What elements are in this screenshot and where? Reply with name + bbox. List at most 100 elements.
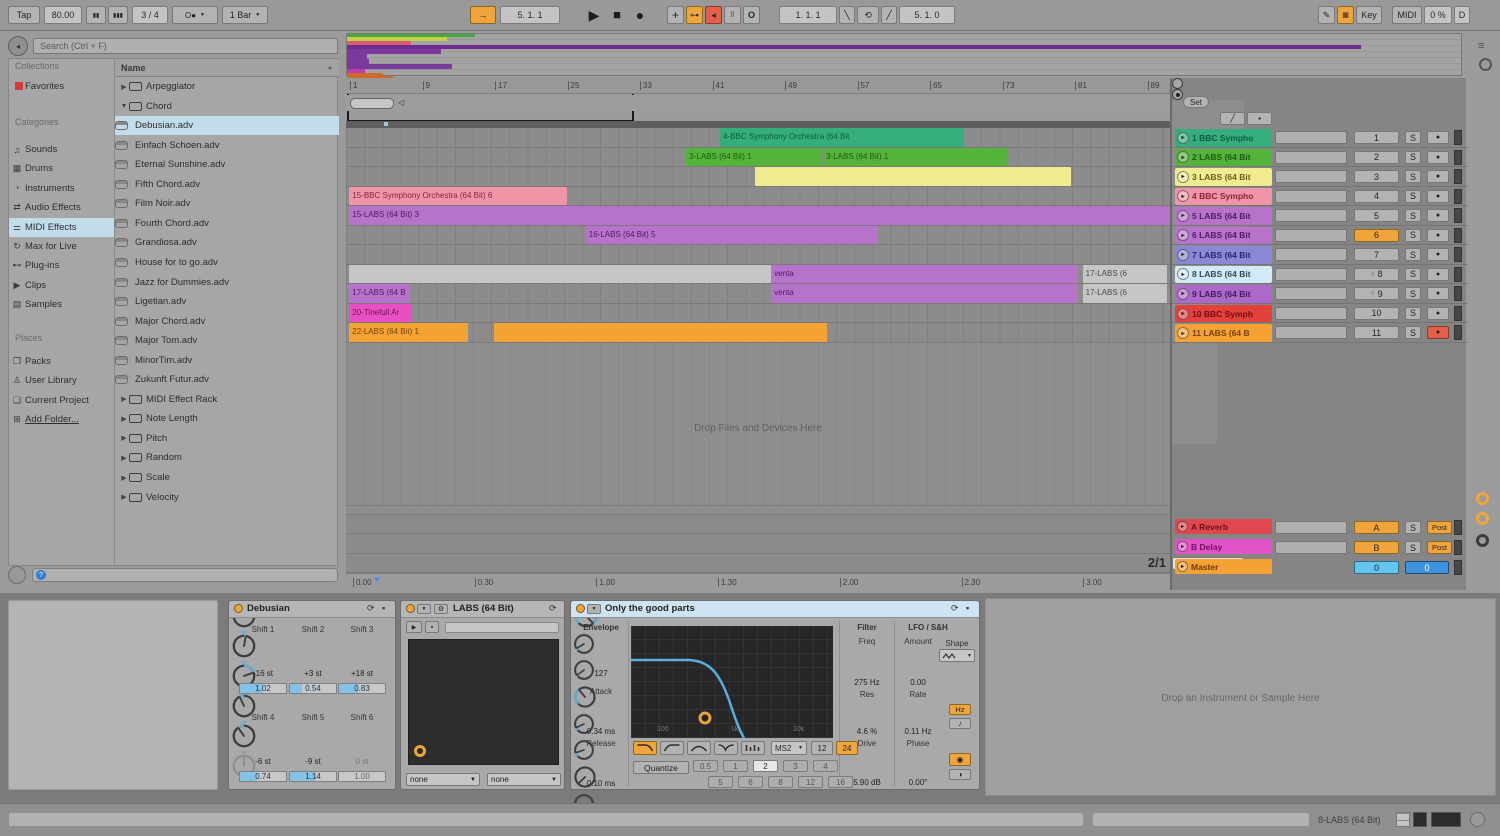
beat-time-ruler[interactable]: 1917253341495765738189: [346, 78, 1170, 94]
folder-closed-icon[interactable]: ▶: [119, 454, 129, 462]
plugin-edit-button[interactable]: ⚙: [434, 604, 448, 614]
track-name-chip[interactable]: ▸11 LABS (64 B: [1175, 324, 1272, 342]
arm-button[interactable]: ●: [1427, 209, 1449, 222]
return-select-button[interactable]: B: [1354, 541, 1399, 554]
arm-button[interactable]: ●: [1427, 287, 1449, 300]
draw-automation-button[interactable]: ╱: [1220, 112, 1245, 125]
program-select[interactable]: none▼: [487, 773, 561, 786]
status-field-secondary[interactable]: [1092, 812, 1310, 827]
folder-open-icon[interactable]: ▼: [119, 103, 129, 110]
arm-button[interactable]: ●: [1427, 131, 1449, 144]
clip[interactable]: 3-LABS (64 Bit) 1: [823, 148, 1008, 167]
sidebar-item-samples[interactable]: ▤Samples: [9, 295, 114, 314]
key-map-button[interactable]: Key: [1356, 6, 1382, 24]
file-list-item[interactable]: Major Chord.adv: [115, 312, 339, 331]
arrangement-position-display[interactable]: 5. 1. 1: [500, 6, 560, 24]
master-volume[interactable]: 0: [1405, 561, 1449, 574]
loop-button[interactable]: ⟲: [857, 6, 879, 24]
track-8-clip-lane[interactable]: venta17-LABS (6: [346, 265, 1170, 285]
folder-closed-icon[interactable]: ▶: [119, 474, 129, 482]
clip[interactable]: venta: [771, 284, 1078, 303]
midi-map-button[interactable]: MIDI: [1392, 6, 1422, 24]
groove-pool-button[interactable]: O●▼: [172, 6, 218, 24]
solo-button[interactable]: S: [1405, 209, 1421, 222]
track-name-chip[interactable]: ▸6 LABS (64 Bit: [1175, 227, 1272, 245]
notch-filter-button[interactable]: [714, 741, 738, 755]
solo-button[interactable]: S: [1405, 170, 1421, 183]
file-list-item[interactable]: MinorTim.adv: [115, 351, 339, 370]
file-list-item[interactable]: Film Noir.adv: [115, 194, 339, 213]
preset-save-button[interactable]: ▪: [425, 621, 439, 633]
lfo-mono-button[interactable]: ◉: [949, 753, 971, 766]
sidebar-item-sounds[interactable]: ♫Sounds: [9, 140, 114, 159]
scroll-zoom-row[interactable]: ◁: [346, 95, 1170, 111]
folder-closed-icon[interactable]: ▶: [119, 493, 129, 501]
arm-button[interactable]: ●: [1427, 170, 1449, 183]
track-play-icon[interactable]: ▸: [1177, 268, 1189, 280]
clip-view-panel[interactable]: [8, 600, 218, 790]
punch-out-button[interactable]: ╱: [881, 6, 897, 24]
master-name-chip[interactable]: ▸Master: [1175, 559, 1272, 574]
track-name-chip[interactable]: ▸5 LABS (64 Bit: [1175, 207, 1272, 225]
track-4-clip-lane[interactable]: 15-BBC Symphony Orchestra (64 Bit) 6: [346, 187, 1170, 207]
solo-button[interactable]: S: [1405, 229, 1421, 242]
solo-button[interactable]: S: [1405, 541, 1421, 554]
track-7-clip-lane[interactable]: [346, 245, 1170, 265]
file-list-item[interactable]: House for to go.adv: [115, 253, 339, 272]
clip[interactable]: 17-LABS (64 B: [349, 284, 410, 303]
shift-amount-slider[interactable]: 0.83: [338, 683, 386, 694]
loop-brace[interactable]: [350, 98, 394, 109]
return-clip-lane[interactable]: [346, 534, 1170, 553]
plugin-param-dot[interactable]: [414, 745, 426, 757]
arm-button[interactable]: ●: [1427, 151, 1449, 164]
midi-keyboard-indicator[interactable]: [1396, 812, 1410, 827]
solo-button[interactable]: S: [1405, 326, 1421, 339]
notification-icon[interactable]: [1470, 812, 1485, 827]
sidebar-item-current-project[interactable]: ❏Current Project: [9, 391, 114, 410]
arrangement-drop-area[interactable]: Drop Files and Devices Here: [346, 343, 1170, 505]
track-name-chip[interactable]: ▸9 LABS (64 Bit: [1175, 285, 1272, 303]
shift-amount-slider[interactable]: 1.02: [239, 683, 287, 694]
return-track-header-A[interactable]: ▸A ReverbASPost: [1172, 517, 1468, 537]
track-play-icon[interactable]: ▸: [1177, 210, 1189, 222]
attack-knob[interactable]: [571, 631, 597, 657]
lock-envelopes-button[interactable]: ▪: [1247, 112, 1272, 125]
clip[interactable]: 17-LABS (6: [1083, 284, 1167, 303]
shift-knob-5[interactable]: [229, 721, 259, 751]
shift-knob-2[interactable]: [229, 631, 259, 661]
time-signature-display[interactable]: 3 / 4: [132, 6, 168, 24]
track-number-button[interactable]: ○9: [1354, 287, 1399, 300]
quantize-button[interactable]: Quantize: [633, 761, 689, 774]
lfo-shape-select[interactable]: ▼: [939, 649, 975, 662]
clip[interactable]: 15-BBC Symphony Orchestra (64 Bit) 6: [349, 187, 567, 206]
bandpass-filter-button[interactable]: [687, 741, 711, 755]
set-locator-button[interactable]: Set: [1183, 96, 1209, 108]
folder-closed-icon[interactable]: ▶: [119, 83, 129, 91]
track-play-icon[interactable]: ▸: [1177, 171, 1189, 183]
device-header[interactable]: Debusian ⟳ ▪: [229, 601, 395, 618]
clip[interactable]: 16-LABS (64 Bit) 5: [586, 226, 879, 245]
track-9-clip-lane[interactable]: 17-LABS (64 B venta 17-LABS (6: [346, 284, 1170, 304]
master-clip-lane[interactable]: [346, 554, 1170, 573]
clip[interactable]: [755, 167, 1071, 186]
arrangement-clip-area[interactable]: 4-BBC Symphony Orchestra (64 Bit3-LABS (…: [346, 128, 1170, 343]
device-activator[interactable]: [576, 604, 585, 613]
shift-amount-slider[interactable]: 0.74: [239, 771, 287, 782]
track-name-chip[interactable]: ▸3 LABS (64 Bit: [1175, 168, 1272, 186]
count-in-button[interactable]: ▮▮▮: [108, 6, 128, 24]
folder-closed-icon[interactable]: ▶: [119, 434, 129, 442]
track-header-1[interactable]: ▸1 BBC Sympho1S●: [1172, 128, 1468, 148]
quantize-value-button[interactable]: 8: [768, 776, 793, 788]
re-enable-automation-button[interactable]: ⠿: [724, 6, 741, 24]
view-options-icon[interactable]: ≡: [1478, 40, 1492, 52]
quantize-value-button[interactable]: 3: [783, 760, 808, 772]
return-select-button[interactable]: A: [1354, 521, 1399, 534]
track-play-icon[interactable]: ▸: [1177, 327, 1189, 339]
clip[interactable]: 22-LABS (64 Bit) 1: [349, 323, 468, 342]
file-list-item[interactable]: Eternal Sunshine.adv: [115, 155, 339, 174]
arm-button[interactable]: ●: [1427, 326, 1449, 339]
file-list-folder[interactable]: ▶Note Length: [115, 409, 339, 428]
sidebar-item-instruments[interactable]: ◔Instruments: [9, 179, 114, 198]
io-toggle-icon[interactable]: [1479, 58, 1492, 71]
solo-button[interactable]: S: [1405, 248, 1421, 261]
